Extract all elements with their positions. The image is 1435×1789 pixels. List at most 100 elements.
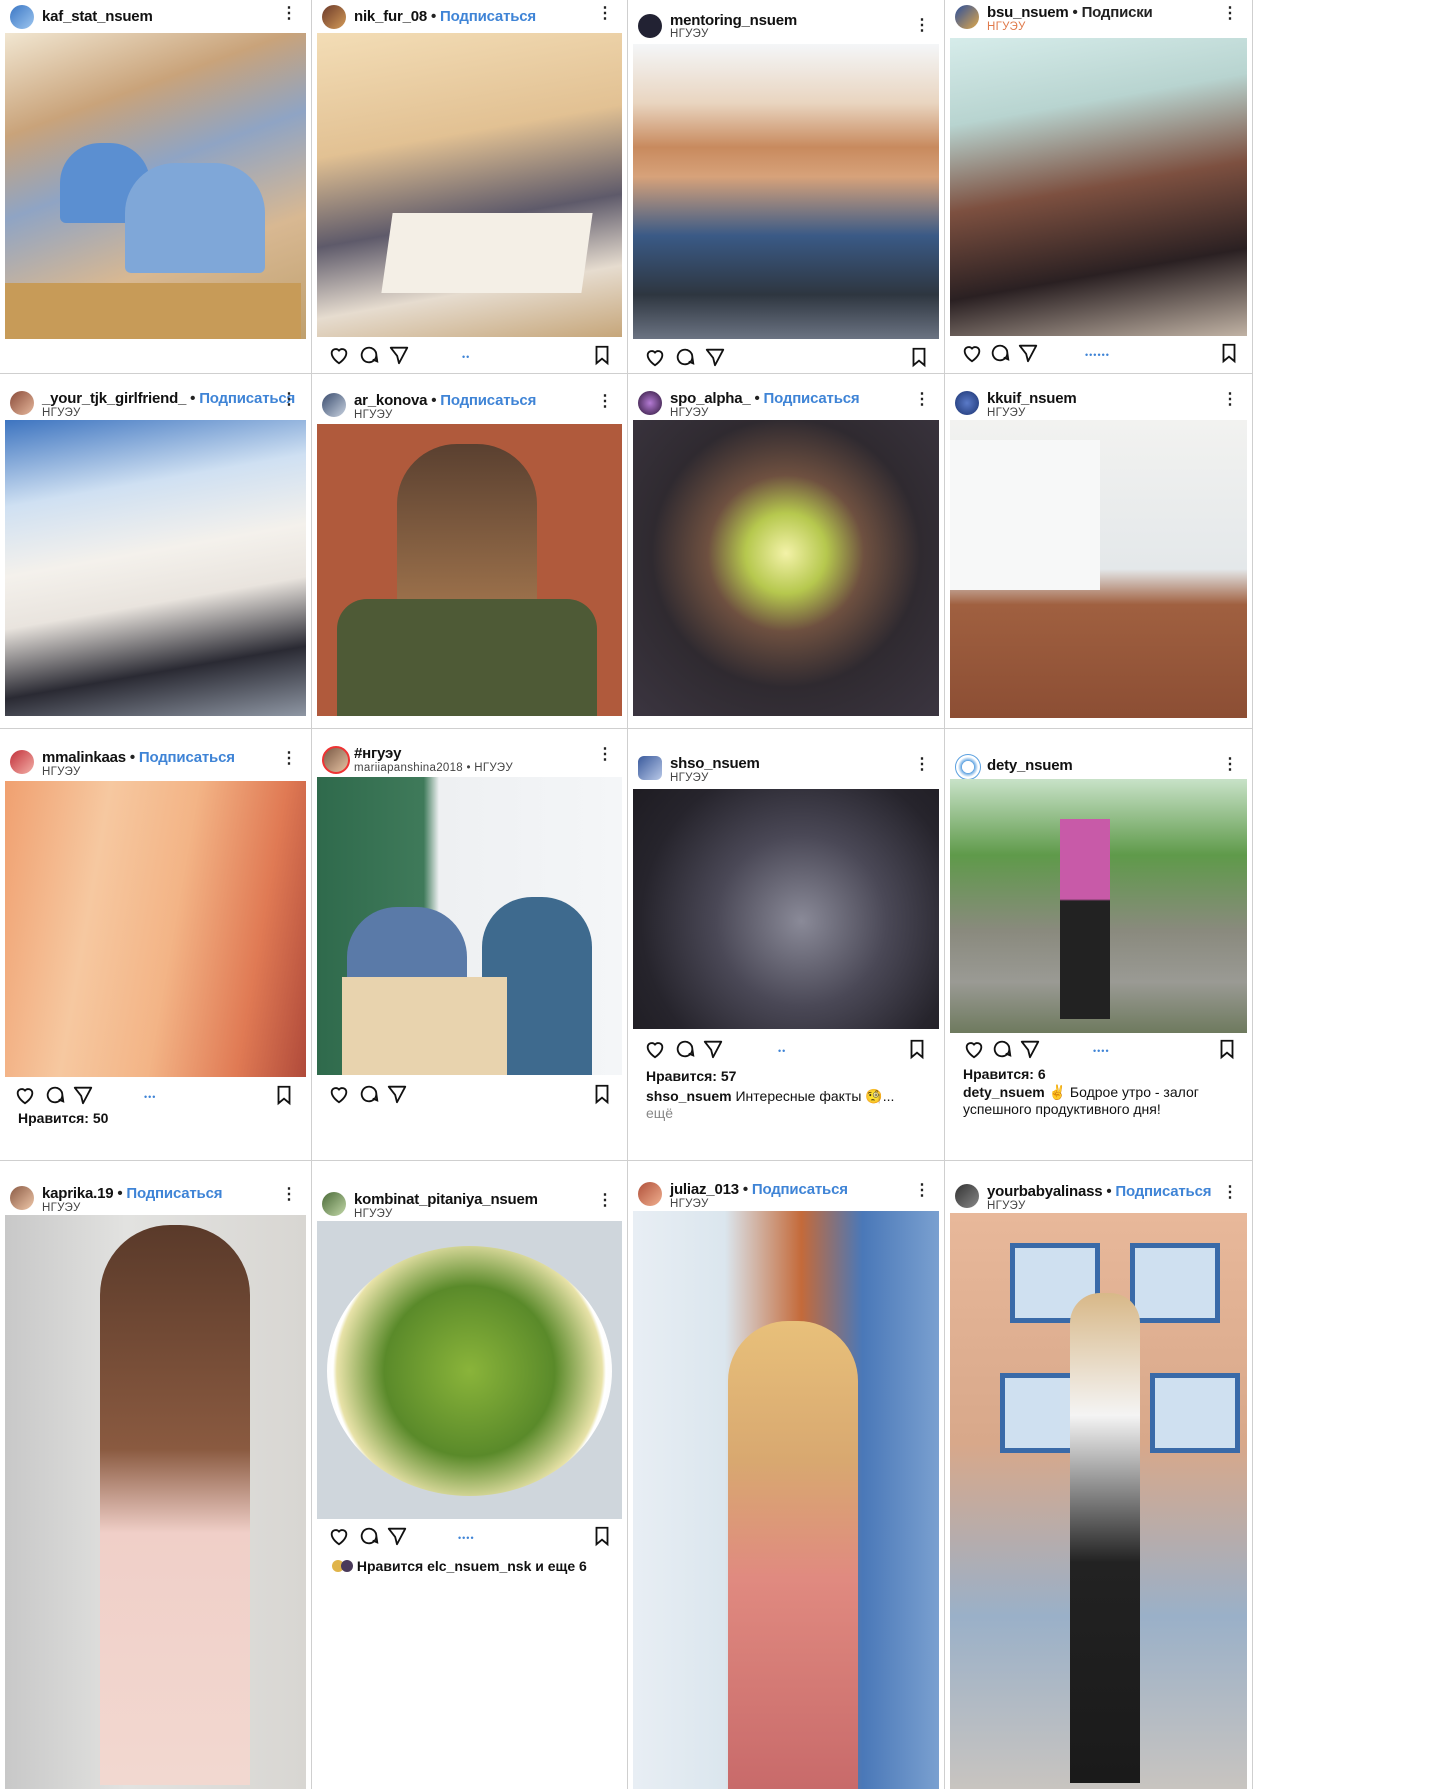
heart-icon[interactable] <box>963 1038 985 1060</box>
caption-username[interactable]: dety_nsuem <box>963 1084 1045 1100</box>
comment-icon[interactable] <box>989 342 1011 364</box>
more-vertical-icon[interactable]: ⋮ <box>597 747 613 763</box>
more-vertical-icon[interactable]: ⋮ <box>914 757 930 773</box>
follow-button[interactable]: Подписаться <box>139 749 235 766</box>
post-photo[interactable] <box>5 33 306 339</box>
location[interactable]: НГУЭУ <box>670 28 709 40</box>
avatar[interactable] <box>638 391 662 415</box>
location[interactable]: НГУЭУ <box>670 1198 709 1210</box>
more-vertical-icon[interactable]: ⋮ <box>1222 6 1238 22</box>
more-vertical-icon[interactable]: ⋮ <box>597 1193 613 1209</box>
comment-icon[interactable] <box>358 344 380 366</box>
more-vertical-icon[interactable]: ⋮ <box>914 392 930 408</box>
send-icon[interactable] <box>1019 1038 1041 1060</box>
comment-icon[interactable] <box>44 1084 66 1106</box>
send-icon[interactable] <box>1017 342 1039 364</box>
send-icon[interactable] <box>386 1083 408 1105</box>
send-icon[interactable] <box>386 1525 408 1547</box>
follow-button[interactable]: Подписаться <box>1115 1183 1211 1200</box>
username[interactable]: bsu_nsuem • Подписки <box>987 4 1153 21</box>
likes-count[interactable]: Нравится: 6 <box>963 1066 1046 1082</box>
avatar[interactable] <box>955 754 981 780</box>
comment-icon[interactable] <box>991 1038 1013 1060</box>
heart-icon[interactable] <box>644 346 666 368</box>
post-photo[interactable] <box>5 420 306 716</box>
heart-icon[interactable] <box>961 342 983 364</box>
caption-username[interactable]: shso_nsuem <box>646 1088 732 1104</box>
username[interactable]: yourbabyalinass • Подписаться <box>987 1183 1211 1200</box>
caption-more-link[interactable]: ещё <box>646 1105 673 1121</box>
avatar[interactable] <box>638 1182 662 1206</box>
avatar[interactable] <box>322 1192 346 1216</box>
avatar[interactable] <box>955 391 979 415</box>
heart-icon[interactable] <box>328 344 350 366</box>
comment-icon[interactable] <box>358 1525 380 1547</box>
liked-by[interactable]: Нравится elc_nsuem_nsk и еще 6 <box>332 1558 587 1574</box>
avatar[interactable] <box>638 756 662 780</box>
follow-button[interactable]: Подписаться <box>764 390 860 407</box>
location[interactable]: НГУЭУ <box>354 1208 393 1220</box>
more-vertical-icon[interactable]: ⋮ <box>1222 757 1238 773</box>
more-vertical-icon[interactable]: ⋮ <box>281 751 297 767</box>
location[interactable]: НГУЭУ <box>987 1200 1026 1212</box>
avatar[interactable] <box>955 1184 979 1208</box>
post-photo[interactable] <box>317 777 622 1075</box>
location[interactable]: НГУЭУ <box>670 407 709 419</box>
username[interactable]: _your_tjk_girlfriend_ • Подписаться <box>42 390 295 407</box>
username[interactable]: kaprika.19 • Подписаться <box>42 1185 222 1202</box>
avatar[interactable] <box>322 746 350 774</box>
avatar[interactable] <box>322 393 346 417</box>
location[interactable]: НГУЭУ <box>670 772 709 784</box>
post-photo[interactable] <box>5 781 306 1077</box>
post-photo[interactable] <box>950 1213 1247 1789</box>
post-photo[interactable] <box>950 779 1247 1033</box>
username[interactable]: nik_fur_08 • Подписаться <box>354 8 536 25</box>
heart-icon[interactable] <box>328 1083 350 1105</box>
more-vertical-icon[interactable]: ⋮ <box>281 6 297 22</box>
username[interactable]: mmalinkaas • Подписаться <box>42 749 235 766</box>
bookmark-icon[interactable] <box>591 1083 613 1105</box>
more-vertical-icon[interactable]: ⋮ <box>914 18 930 34</box>
post-photo[interactable] <box>633 1211 939 1789</box>
send-icon[interactable] <box>388 344 410 366</box>
username[interactable]: kkuif_nsuem <box>987 390 1077 407</box>
send-icon[interactable] <box>702 1038 724 1060</box>
more-vertical-icon[interactable]: ⋮ <box>1222 1185 1238 1201</box>
post-photo[interactable] <box>633 420 939 716</box>
post-photo[interactable] <box>950 38 1247 336</box>
comment-icon[interactable] <box>358 1083 380 1105</box>
follow-button[interactable]: Подписаться <box>440 8 536 25</box>
heart-icon[interactable] <box>644 1038 666 1060</box>
avatar[interactable] <box>10 391 34 415</box>
username[interactable]: mentoring_nsuem <box>670 12 797 29</box>
follow-button[interactable]: Подписаться <box>752 1181 848 1198</box>
avatar[interactable] <box>10 5 34 29</box>
follow-button[interactable]: Подписаться <box>126 1185 222 1202</box>
username[interactable]: kombinat_pitaniya_nsuem <box>354 1191 538 1208</box>
bookmark-icon[interactable] <box>1218 342 1240 364</box>
bookmark-icon[interactable] <box>908 346 930 368</box>
more-vertical-icon[interactable]: ⋮ <box>914 1183 930 1199</box>
location[interactable]: НГУЭУ <box>987 407 1026 419</box>
bookmark-icon[interactable] <box>906 1038 928 1060</box>
comment-icon[interactable] <box>674 1038 696 1060</box>
bookmark-icon[interactable] <box>273 1084 295 1106</box>
bookmark-icon[interactable] <box>591 344 613 366</box>
more-vertical-icon[interactable]: ⋮ <box>281 1187 297 1203</box>
username[interactable]: dety_nsuem <box>987 757 1073 774</box>
bookmark-icon[interactable] <box>1216 1038 1238 1060</box>
location[interactable]: НГУЭУ <box>42 407 81 419</box>
likes-count[interactable]: Нравится: 50 <box>18 1110 108 1126</box>
username[interactable]: kaf_stat_nsuem <box>42 8 153 25</box>
avatar[interactable] <box>638 14 662 38</box>
post-photo[interactable] <box>317 1221 622 1519</box>
more-vertical-icon[interactable]: ⋮ <box>1222 392 1238 408</box>
avatar[interactable] <box>10 750 34 774</box>
post-photo[interactable] <box>633 789 939 1029</box>
username[interactable]: spo_alpha_ • Подписаться <box>670 390 860 407</box>
more-vertical-icon[interactable]: ⋮ <box>281 392 297 408</box>
hashtag-title[interactable]: #нгуэу <box>354 745 401 762</box>
post-photo[interactable] <box>5 1215 306 1789</box>
heart-icon[interactable] <box>14 1084 36 1106</box>
username[interactable]: shso_nsuem <box>670 755 760 772</box>
